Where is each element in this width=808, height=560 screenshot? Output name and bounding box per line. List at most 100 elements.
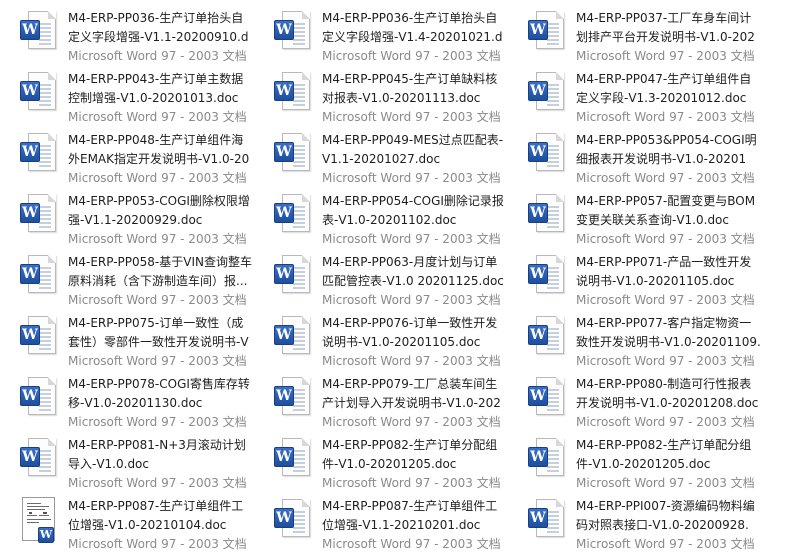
word-doc-icon: W — [528, 499, 566, 541]
word-doc-icon: W — [274, 377, 312, 419]
word-logo-icon: W — [528, 20, 548, 40]
file-type: Microsoft Word 97 - 2003 文档 — [576, 232, 755, 246]
file-name: M4-ERP-PP053-COGI删除权限增强-V1.1-20200929.do… — [68, 194, 250, 227]
file-type: Microsoft Word 97 - 2003 文档 — [68, 49, 247, 63]
file-item[interactable]: W M4-ERP-PP076-订单一致性开发说明书-V1.0-20201105.d… — [254, 311, 508, 372]
word-logo-icon: W — [528, 264, 548, 284]
file-text-block: M4-ERP-PP049-MES过点匹配表-V1.1-20201027.doc M… — [322, 131, 508, 188]
file-text-block: M4-ERP-PP071-产品一致性开发说明书-V1.0-20201105.do… — [576, 253, 762, 310]
word-doc-icon: W — [274, 316, 312, 358]
file-item[interactable]: W M4-ERP-PP054-COGI删除记录报表-V1.0-20201102.d… — [254, 189, 508, 250]
word-doc-icon: W — [20, 133, 58, 175]
file-text-block: M4-ERP-PP063-月度计划与订单匹配管控表-V1.0 20201125.… — [322, 253, 508, 310]
file-type: Microsoft Word 97 - 2003 文档 — [322, 354, 501, 368]
word-doc-icon: W — [274, 438, 312, 480]
file-item[interactable]: W M4-ERP-PP037-工厂车身车间计划排产平台开发说明书-V1.0-202… — [508, 6, 762, 67]
word-doc-icon: W — [528, 11, 566, 53]
file-item[interactable]: W M4-ERP-PP079-工厂总装车间生产计划导入开发说明书-V1.0-202… — [254, 372, 508, 433]
file-name: M4-ERP-PP058-基于VIN查询整车原料消耗（含下游制造车间）报... — [68, 255, 252, 288]
file-text-block: M4-ERP-PP077-客户指定物资一致性开发说明书-V1.0-2020110… — [576, 314, 762, 371]
file-name: M4-ERP-PPI007-资源编码物料编码对照表接口-V1.0-2020092… — [576, 499, 755, 532]
file-text-block: M4-ERP-PP048-生产订单组件海外EMAK指定开发说明书-V1.0-20… — [68, 131, 254, 188]
file-text-block: M4-ERP-PP079-工厂总装车间生产计划导入开发说明书-V1.0-2020… — [322, 375, 508, 432]
word-doc-icon: W — [20, 255, 58, 297]
file-name: M4-ERP-PP077-客户指定物资一致性开发说明书-V1.0-2020110… — [576, 316, 761, 349]
file-item[interactable]: W M4-ERP-PP049-MES过点匹配表-V1.1-20201027.doc… — [254, 128, 508, 189]
file-item[interactable]: W M4-ERP-PP057-配置变更与BOM变更关联关系查询-V1.0.doc M… — [508, 189, 762, 250]
file-item[interactable]: W M4-ERP-PP087-生产订单组件工位增强-V1.0-20210104.d… — [0, 494, 254, 555]
word-doc-icon: W — [528, 438, 566, 480]
file-name: M4-ERP-PP049-MES过点匹配表-V1.1-20201027.doc — [322, 133, 504, 166]
file-type: Microsoft Word 97 - 2003 文档 — [322, 232, 501, 246]
file-text-block: M4-ERP-PP043-生产订单主数据控制增强-V1.0-20201013.d… — [68, 70, 254, 127]
file-type: Microsoft Word 97 - 2003 文档 — [68, 415, 247, 429]
file-item[interactable]: W M4-ERP-PP075-订单一致性（成套性）零部件一致性开发说明书-V1..… — [0, 311, 254, 372]
file-name: M4-ERP-PP076-订单一致性开发说明书-V1.0-20201105.do… — [322, 316, 498, 349]
file-type: Microsoft Word 97 - 2003 文档 — [576, 171, 755, 185]
file-item[interactable]: W M4-ERP-PP082-生产订单配分组件-V1.0-20201205.doc… — [508, 433, 762, 494]
word-logo-icon: W — [20, 447, 40, 467]
file-item[interactable]: W M4-ERP-PP048-生产订单组件海外EMAK指定开发说明书-V1.0-2… — [0, 128, 254, 189]
file-name: M4-ERP-PP079-工厂总装车间生产计划导入开发说明书-V1.0-2020… — [322, 377, 501, 410]
file-item[interactable]: W M4-ERP-PP087-生产订单组件工位增强-V1.1-20210201.d… — [254, 494, 508, 555]
file-type: Microsoft Word 97 - 2003 文档 — [576, 354, 755, 368]
file-name: M4-ERP-PP048-生产订单组件海外EMAK指定开发说明书-V1.0-20… — [68, 133, 250, 166]
word-logo-icon: W — [274, 264, 294, 284]
file-type: Microsoft Word 97 - 2003 文档 — [576, 110, 755, 124]
file-item[interactable]: W M4-ERP-PPI007-资源编码物料编码对照表接口-V1.0-202009… — [508, 494, 762, 555]
file-item[interactable]: W M4-ERP-PP043-生产订单主数据控制增强-V1.0-20201013.… — [0, 67, 254, 128]
file-item[interactable]: W M4-ERP-PP047-生产订单组件自定义字段-V1.3-20201012.… — [508, 67, 762, 128]
word-logo-icon: W — [528, 203, 548, 223]
word-logo-icon: W — [528, 447, 548, 467]
file-type: Microsoft Word 97 - 2003 文档 — [576, 49, 755, 63]
file-type: Microsoft Word 97 - 2003 文档 — [322, 171, 501, 185]
word-logo-icon: W — [20, 142, 40, 162]
file-item[interactable]: W M4-ERP-PP053-COGI删除权限增强-V1.1-20200929.d… — [0, 189, 254, 250]
file-text-block: M4-ERP-PP036-生产订单抬头自定义字段增强-V1.1-20200910… — [68, 9, 254, 66]
word-logo-icon: W — [528, 508, 548, 528]
file-type: Microsoft Word 97 - 2003 文档 — [322, 110, 501, 124]
file-item[interactable]: W M4-ERP-PP045-生产订单缺料核对报表-V1.0-20201113.d… — [254, 67, 508, 128]
file-text-block: M4-ERP-PP075-订单一致性（成套性）零部件一致性开发说明书-V1...… — [68, 314, 254, 371]
word-doc-icon: W — [20, 377, 58, 419]
file-item[interactable]: W M4-ERP-PP071-产品一致性开发说明书-V1.0-20201105.d… — [508, 250, 762, 311]
file-type: Microsoft Word 97 - 2003 文档 — [322, 49, 501, 63]
word-logo-icon: W — [274, 81, 294, 101]
file-item[interactable]: W M4-ERP-PP063-月度计划与订单匹配管控表-V1.0 20201125… — [254, 250, 508, 311]
file-item[interactable]: W M4-ERP-PP081-N+3月滚动计划导入-V1.0.doc Microso… — [0, 433, 254, 494]
file-text-block: M4-ERP-PP045-生产订单缺料核对报表-V1.0-20201113.do… — [322, 70, 508, 127]
file-item[interactable]: W M4-ERP-PP036-生产订单抬头自定义字段增强-V1.4-2020102… — [254, 6, 508, 67]
file-text-block: M4-ERP-PP053&PP054-COGI明细报表开发说明书-V1.0-20… — [576, 131, 762, 188]
word-doc-icon: W — [528, 255, 566, 297]
file-type: Microsoft Word 97 - 2003 文档 — [68, 537, 247, 551]
file-item[interactable]: W M4-ERP-PP058-基于VIN查询整车原料消耗（含下游制造车间）报...… — [0, 250, 254, 311]
file-type: Microsoft Word 97 - 2003 文档 — [576, 415, 755, 429]
file-item[interactable]: W M4-ERP-PP080-制造可行性报表开发说明书-V1.0-20201208… — [508, 372, 762, 433]
file-item[interactable]: W M4-ERP-PP053&PP054-COGI明细报表开发说明书-V1.0-2… — [508, 128, 762, 189]
word-logo-icon: W — [20, 264, 40, 284]
word-logo-icon: W — [38, 527, 54, 543]
file-item[interactable]: W M4-ERP-PP082-生产订单分配组件-V1.0-20201205.doc… — [254, 433, 508, 494]
file-name: M4-ERP-PP087-生产订单组件工位增强-V1.1-20210201.do… — [322, 499, 498, 532]
file-name: M4-ERP-PP082-生产订单分配组件-V1.0-20201205.doc — [322, 438, 498, 471]
word-logo-icon: W — [274, 142, 294, 162]
file-name: M4-ERP-PP057-配置变更与BOM变更关联关系查询-V1.0.doc — [576, 194, 756, 227]
word-logo-icon: W — [274, 447, 294, 467]
file-type: Microsoft Word 97 - 2003 文档 — [576, 293, 755, 307]
file-text-block: M4-ERP-PP053-COGI删除权限增强-V1.1-20200929.do… — [68, 192, 254, 249]
file-text-block: M4-ERP-PP078-COGI寄售库存转移-V1.0-20201130.do… — [68, 375, 254, 432]
word-doc-icon: W — [20, 11, 58, 53]
word-logo-icon: W — [528, 142, 548, 162]
file-item[interactable]: W M4-ERP-PP078-COGI寄售库存转移-V1.0-20201130.d… — [0, 372, 254, 433]
file-type: Microsoft Word 97 - 2003 文档 — [68, 293, 247, 307]
file-name: M4-ERP-PP054-COGI删除记录报表-V1.0-20201102.do… — [322, 194, 504, 227]
word-logo-icon: W — [274, 20, 294, 40]
word-doc-icon: W — [274, 499, 312, 541]
file-type: Microsoft Word 97 - 2003 文档 — [576, 537, 755, 551]
file-item[interactable]: W M4-ERP-PP036-生产订单抬头自定义字段增强-V1.1-2020091… — [0, 6, 254, 67]
word-logo-icon: W — [20, 325, 40, 345]
file-item[interactable]: W M4-ERP-PP077-客户指定物资一致性开发说明书-V1.0-202011… — [508, 311, 762, 372]
word-logo-icon: W — [20, 20, 40, 40]
file-text-block: M4-ERP-PP087-生产订单组件工位增强-V1.1-20210201.do… — [322, 497, 508, 554]
word-logo-icon: W — [528, 325, 548, 345]
